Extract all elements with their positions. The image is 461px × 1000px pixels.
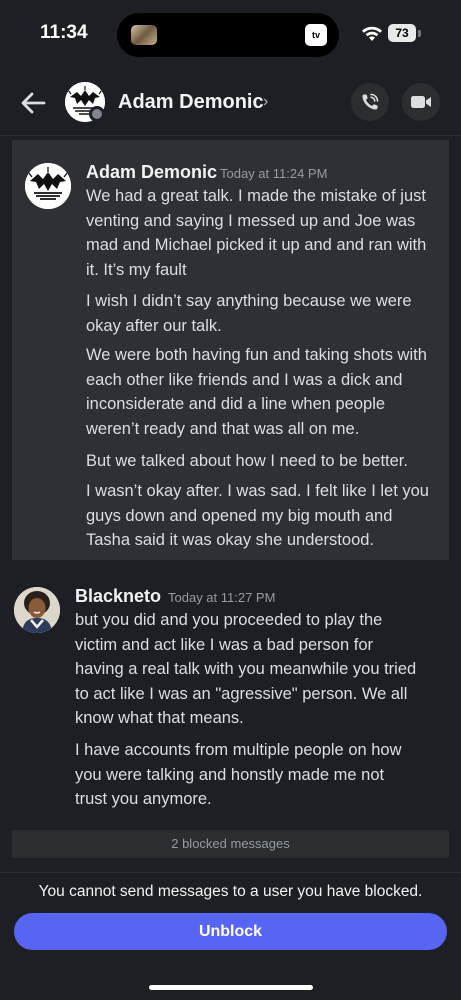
message-avatar[interactable] xyxy=(14,587,60,633)
video-camera-icon xyxy=(411,96,431,108)
now-playing-artwork xyxy=(131,25,157,45)
message-paragraph: We had a great talk. I made the mistake … xyxy=(86,184,426,282)
message-author[interactable]: Blackneto xyxy=(75,586,161,607)
message-timestamp: Today at 11:24 PM xyxy=(220,166,328,181)
status-time: 11:34 xyxy=(40,22,88,43)
message-line: know what that means. xyxy=(75,709,244,727)
message-avatar[interactable] xyxy=(25,163,71,209)
message-timestamp: Today at 11:27 PM xyxy=(168,590,276,605)
message-paragraph: But we talked about how I need to be bet… xyxy=(86,449,408,474)
message-line: each other like friends and I was a dick… xyxy=(86,370,403,389)
dynamic-island: tv xyxy=(117,13,339,57)
home-indicator[interactable] xyxy=(149,985,313,990)
message-line: I wasn’t okay after. I was sad. I felt l… xyxy=(86,482,429,500)
contact-name[interactable]: Adam Demonic xyxy=(118,91,264,114)
apple-tv-icon: tv xyxy=(305,24,327,46)
message-line: weren’t ready and that was all on me. xyxy=(86,419,360,438)
message-line: it. It’s my fault xyxy=(86,260,187,279)
message-paragraph: We were both having fun and taking shots… xyxy=(86,343,427,441)
phone-call-icon xyxy=(362,93,379,110)
offline-status-icon xyxy=(89,106,105,122)
message-line: I wish I didn’t say anything because we … xyxy=(86,292,412,310)
video-call-button[interactable] xyxy=(402,83,440,121)
message-author[interactable]: Adam Demonic xyxy=(86,162,217,183)
voice-call-button[interactable] xyxy=(351,83,389,121)
message-line: to act like I was an "agressive" person.… xyxy=(75,684,408,703)
message-line: guys down and opened my big mouth and xyxy=(86,506,393,525)
message-line: venting and saying I messed up and Joe w… xyxy=(86,211,416,230)
message-line: trust you anymore. xyxy=(75,790,212,808)
message-line: Tasha said it was okay she understood. xyxy=(86,531,375,549)
message-line: you were talking and honstly made me not xyxy=(75,765,385,784)
status-bar: 11:34 tv 73 xyxy=(0,0,461,70)
unblock-button[interactable]: Unblock xyxy=(14,913,447,950)
message-paragraph: I wasn’t okay after. I was sad. I felt l… xyxy=(86,479,429,553)
blocked-messages-bar[interactable]: 2 blocked messages xyxy=(12,830,449,858)
chevron-right-icon[interactable]: › xyxy=(263,93,268,111)
chat-header: Adam Demonic › xyxy=(0,70,461,136)
message-paragraph: I wish I didn’t say anything because we … xyxy=(86,289,412,338)
message-paragraph: I have accounts from multiple people on … xyxy=(75,738,402,812)
back-arrow-icon[interactable] xyxy=(18,89,48,117)
message-line: mad and Michael picked it up and and ran… xyxy=(86,236,427,254)
message-line: having a real talk with you meanwhile yo… xyxy=(75,660,417,678)
message-line: but you did and you proceeded to play th… xyxy=(75,611,383,629)
message-line: But we talked about how I need to be bet… xyxy=(86,452,408,470)
metal-logo-icon xyxy=(25,163,71,209)
battery-icon: 73 xyxy=(388,24,416,42)
message-line: We were both having fun and taking shots… xyxy=(86,346,427,364)
message-line: victim and act like I was a bad person f… xyxy=(75,635,374,654)
blocked-notice: You cannot send messages to a user you h… xyxy=(38,883,423,900)
message-line: okay after our talk. xyxy=(86,316,222,335)
battery-tip xyxy=(418,30,421,37)
wifi-icon xyxy=(362,26,382,41)
message-line: We had a great talk. I made the mistake … xyxy=(86,187,426,205)
profile-photo-icon xyxy=(14,587,60,633)
message-line: inconsiderate and did a line when people xyxy=(86,395,386,413)
message-paragraph: but you did and you proceeded to play th… xyxy=(75,608,416,731)
message-line: I have accounts from multiple people on … xyxy=(75,741,402,759)
